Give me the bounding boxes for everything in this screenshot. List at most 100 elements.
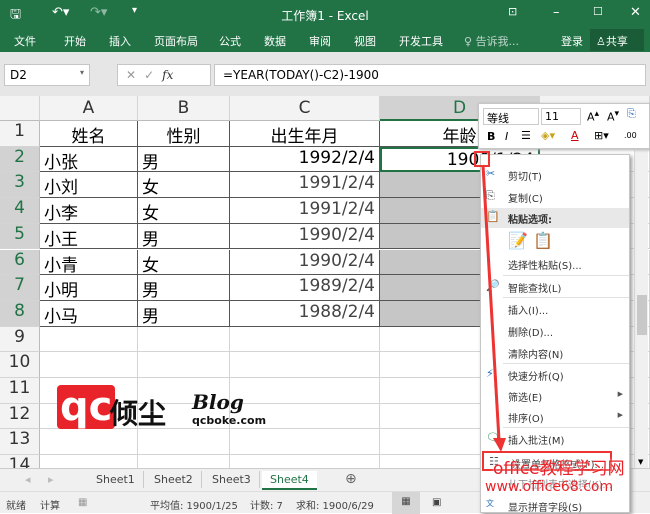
table-cell[interactable]: 男 xyxy=(138,275,230,301)
table-cell[interactable]: 1992/2/4 xyxy=(230,146,380,173)
table-cell[interactable]: 男 xyxy=(138,300,230,327)
vertical-scrollbar[interactable]: ▼ xyxy=(634,150,648,468)
table-cell[interactable]: 1991/2/4 xyxy=(230,198,380,224)
table-cell[interactable]: 男 xyxy=(138,146,230,173)
cell[interactable] xyxy=(40,352,138,378)
formula-input[interactable]: =YEAR(TODAY()-C2)-1900 xyxy=(214,64,646,86)
borders-icon[interactable]: ⊞▾ xyxy=(594,129,609,142)
scroll-down-icon[interactable]: ▼ xyxy=(638,458,643,466)
table-cell[interactable]: 1989/2/4 xyxy=(230,275,380,301)
table-header-cell[interactable]: 出生年月 xyxy=(230,121,380,147)
menu-item-paste-special[interactable]: 选择性粘贴(S)... xyxy=(481,254,629,274)
row-header[interactable]: 4 xyxy=(0,198,40,224)
cell[interactable] xyxy=(40,429,138,456)
row-header[interactable]: 12 xyxy=(0,403,40,430)
maximize-icon[interactable]: ☐ xyxy=(593,5,603,18)
cell[interactable] xyxy=(138,429,230,456)
cell[interactable] xyxy=(40,326,138,353)
menu-item-insert-comment[interactable]: 🗨 插入批注(M) xyxy=(481,429,629,449)
table-header-cell[interactable]: 姓名 xyxy=(40,121,138,147)
tab-review[interactable]: 审阅 xyxy=(309,33,331,49)
align-center-icon[interactable]: ☰ xyxy=(521,129,531,142)
tab-developer[interactable]: 开发工具 xyxy=(399,33,443,49)
cell[interactable] xyxy=(230,378,380,404)
macro-record-icon[interactable]: ▦ xyxy=(78,497,87,508)
table-cell[interactable]: 小王 xyxy=(40,223,138,250)
table-cell[interactable]: 1990/2/4 xyxy=(230,249,380,276)
insert-function-icon[interactable]: fx xyxy=(162,68,173,82)
table-cell[interactable]: 男 xyxy=(138,223,230,250)
row-header[interactable]: 3 xyxy=(0,172,40,199)
paste-values-icon[interactable]: 📋 xyxy=(533,231,553,250)
table-cell[interactable]: 女 xyxy=(138,249,230,276)
tab-page-layout[interactable]: 页面布局 xyxy=(154,33,198,49)
menu-item-copy[interactable]: ⎘ 复制(C) xyxy=(481,187,629,207)
table-cell[interactable]: 小刘 xyxy=(40,172,138,199)
tab-file[interactable]: 文件 xyxy=(14,33,36,49)
scroll-right-icon[interactable]: ▸ xyxy=(48,473,54,486)
sheet-tab-1[interactable]: Sheet1 xyxy=(88,471,144,488)
cell[interactable] xyxy=(138,326,230,353)
menu-item-filter[interactable]: 筛选(E) ▶ xyxy=(481,386,629,406)
font-name-select[interactable]: 等线 xyxy=(483,108,539,125)
row-header[interactable]: 13 xyxy=(0,429,40,456)
add-sheet-icon[interactable]: ⊕ xyxy=(345,471,357,487)
table-header-cell[interactable]: 性别 xyxy=(138,121,230,147)
row-header[interactable]: 2 xyxy=(0,146,40,173)
row-header[interactable]: 7 xyxy=(0,275,40,301)
normal-view-icon[interactable]: ▦ xyxy=(392,492,420,514)
table-cell[interactable]: 小明 xyxy=(40,275,138,301)
tab-insert[interactable]: 插入 xyxy=(109,33,131,49)
bold-icon[interactable]: B xyxy=(487,130,495,143)
ribbon-display-icon[interactable]: ⊡ xyxy=(508,5,517,18)
sheet-tab-4[interactable]: Sheet4 xyxy=(262,471,317,490)
table-cell[interactable]: 1990/2/4 xyxy=(230,223,380,250)
row-header[interactable]: 9 xyxy=(0,326,40,353)
menu-item-clear[interactable]: 清除内容(N) xyxy=(481,343,629,363)
table-cell[interactable]: 小张 xyxy=(40,146,138,173)
scrollbar-thumb[interactable] xyxy=(637,295,647,335)
grow-font-icon[interactable]: A▴ xyxy=(587,108,599,124)
tab-view[interactable]: 视图 xyxy=(354,33,376,49)
row-header[interactable]: 10 xyxy=(0,352,40,378)
sheet-tab-2[interactable]: Sheet2 xyxy=(146,471,202,488)
minimize-icon[interactable]: – xyxy=(553,5,560,20)
font-color-icon[interactable]: A xyxy=(571,129,579,142)
table-cell[interactable]: 小李 xyxy=(40,198,138,224)
cell[interactable] xyxy=(138,352,230,378)
table-cell[interactable]: 1991/2/4 xyxy=(230,172,380,199)
enter-icon[interactable]: ✓ xyxy=(144,68,162,82)
table-cell[interactable]: 1988/2/4 xyxy=(230,300,380,327)
font-size-select[interactable]: 11 xyxy=(541,108,581,125)
table-cell[interactable]: 小青 xyxy=(40,249,138,276)
close-icon[interactable]: ✕ xyxy=(630,5,641,20)
sheet-tab-3[interactable]: Sheet3 xyxy=(204,471,260,488)
menu-item-delete[interactable]: 删除(D)... xyxy=(481,321,629,341)
row-header[interactable]: 11 xyxy=(0,378,40,404)
shrink-font-icon[interactable]: A▾ xyxy=(607,108,619,124)
page-layout-view-icon[interactable]: ▣ xyxy=(432,497,441,508)
cell[interactable] xyxy=(230,326,380,353)
row-header[interactable]: 1 xyxy=(0,121,40,147)
menu-item-smart-lookup[interactable]: 🔎 智能查找(L) xyxy=(481,277,629,297)
scroll-left-icon[interactable]: ◂ xyxy=(25,473,31,486)
menu-item-cut[interactable]: ✂ 剪切(T) xyxy=(481,165,629,185)
paste-formatting-icon[interactable]: 📝 xyxy=(508,231,528,250)
name-box[interactable]: D2 ▾ xyxy=(4,64,90,86)
cell[interactable] xyxy=(230,352,380,378)
italic-icon[interactable]: I xyxy=(505,130,508,143)
format-painter-icon[interactable]: ⎘ xyxy=(627,107,636,121)
tab-home[interactable]: 开始 xyxy=(64,33,86,49)
increase-decimal-icon[interactable]: .00 xyxy=(624,131,637,140)
select-all[interactable] xyxy=(0,96,40,121)
column-header-c[interactable]: C xyxy=(230,96,380,121)
table-cell[interactable]: 女 xyxy=(138,198,230,224)
row-header[interactable]: 5 xyxy=(0,223,40,250)
menu-item-quick-analysis[interactable]: ⚡ 快速分析(Q) xyxy=(481,365,629,385)
menu-item-sort[interactable]: 排序(O) ▶ xyxy=(481,407,629,427)
tab-formulas[interactable]: 公式 xyxy=(219,33,241,49)
table-cell[interactable]: 女 xyxy=(138,172,230,199)
share-button[interactable]: ♙共享 xyxy=(590,29,644,51)
column-header-b[interactable]: B xyxy=(138,96,230,121)
menu-item-insert[interactable]: 插入(I)... xyxy=(481,299,629,319)
